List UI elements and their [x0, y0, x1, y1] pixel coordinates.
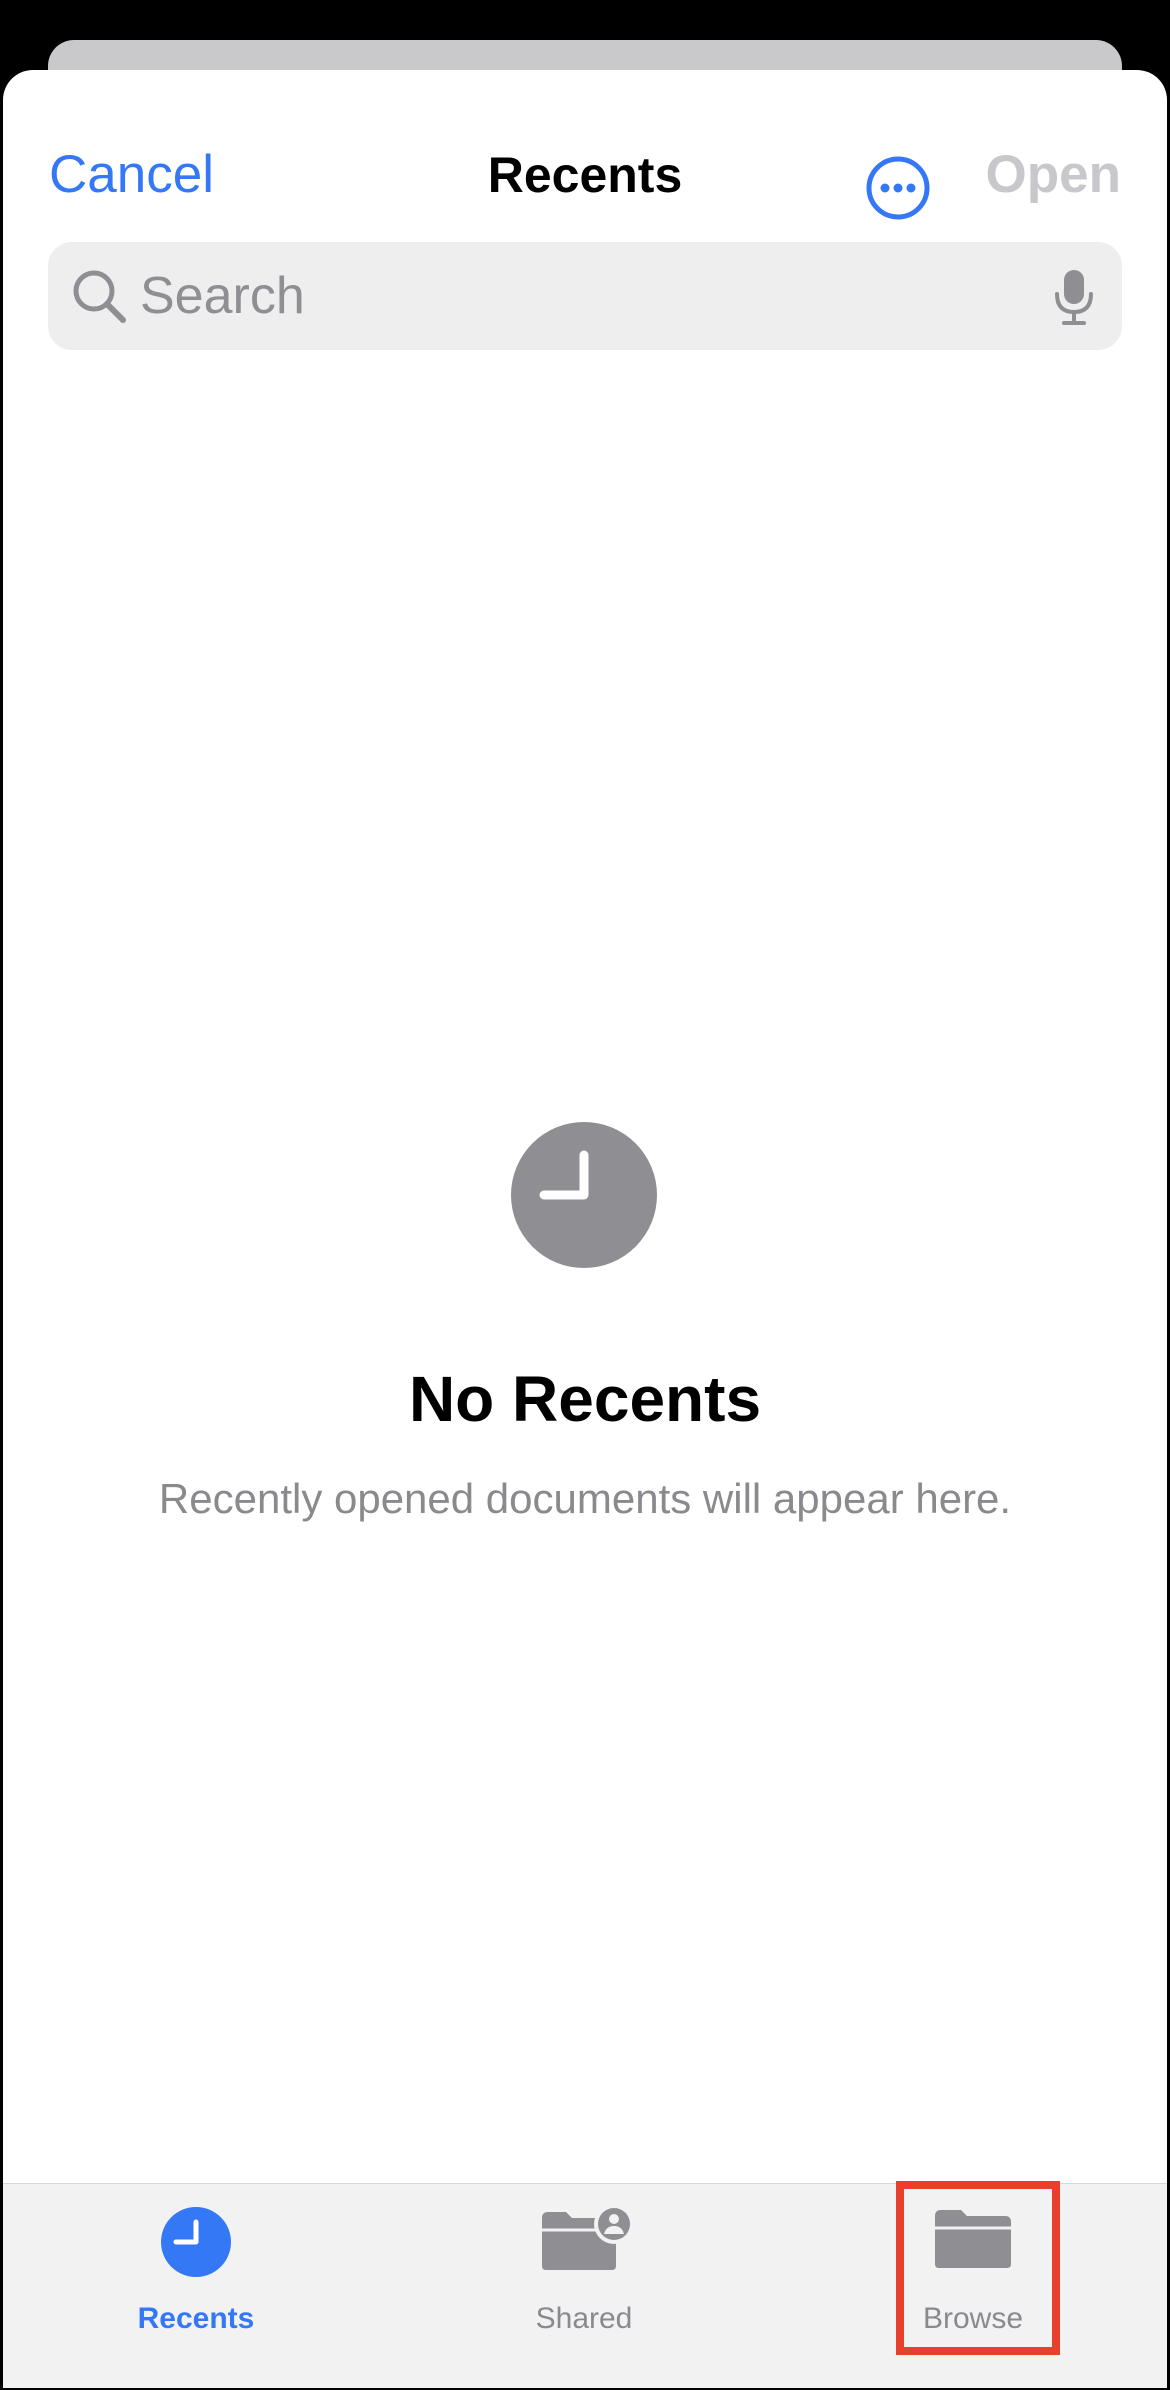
file-picker-sheet: Cancel Recents Open No Recents Recently … — [3, 70, 1167, 2387]
search-input[interactable] — [140, 242, 1040, 350]
tab-browse[interactable]: Browse — [843, 2184, 1103, 2388]
search-bar[interactable] — [48, 242, 1122, 350]
cancel-button[interactable]: Cancel — [49, 125, 214, 225]
tab-label: Browse — [922, 2302, 1024, 2335]
shared-folder-icon — [542, 2204, 632, 2270]
folder-icon — [935, 2210, 1011, 2268]
clock-icon — [511, 1122, 657, 1268]
tab-bar: Recents Shared Browse — [3, 2183, 1167, 2388]
more-options-button[interactable] — [865, 155, 931, 221]
tab-label: Shared — [535, 2302, 633, 2335]
empty-state-subtitle: Recently opened documents will appear he… — [158, 1475, 1012, 1522]
microphone-icon[interactable] — [1052, 268, 1096, 326]
tab-recents[interactable]: Recents — [66, 2184, 326, 2388]
search-icon — [73, 270, 126, 323]
tab-shared[interactable]: Shared — [454, 2184, 714, 2388]
empty-state-title: No Recents — [408, 1363, 762, 1435]
tab-label: Recents — [137, 2302, 255, 2335]
ellipsis-circle-icon — [866, 156, 930, 220]
clock-icon — [161, 2207, 231, 2277]
open-button[interactable]: Open — [986, 125, 1121, 225]
